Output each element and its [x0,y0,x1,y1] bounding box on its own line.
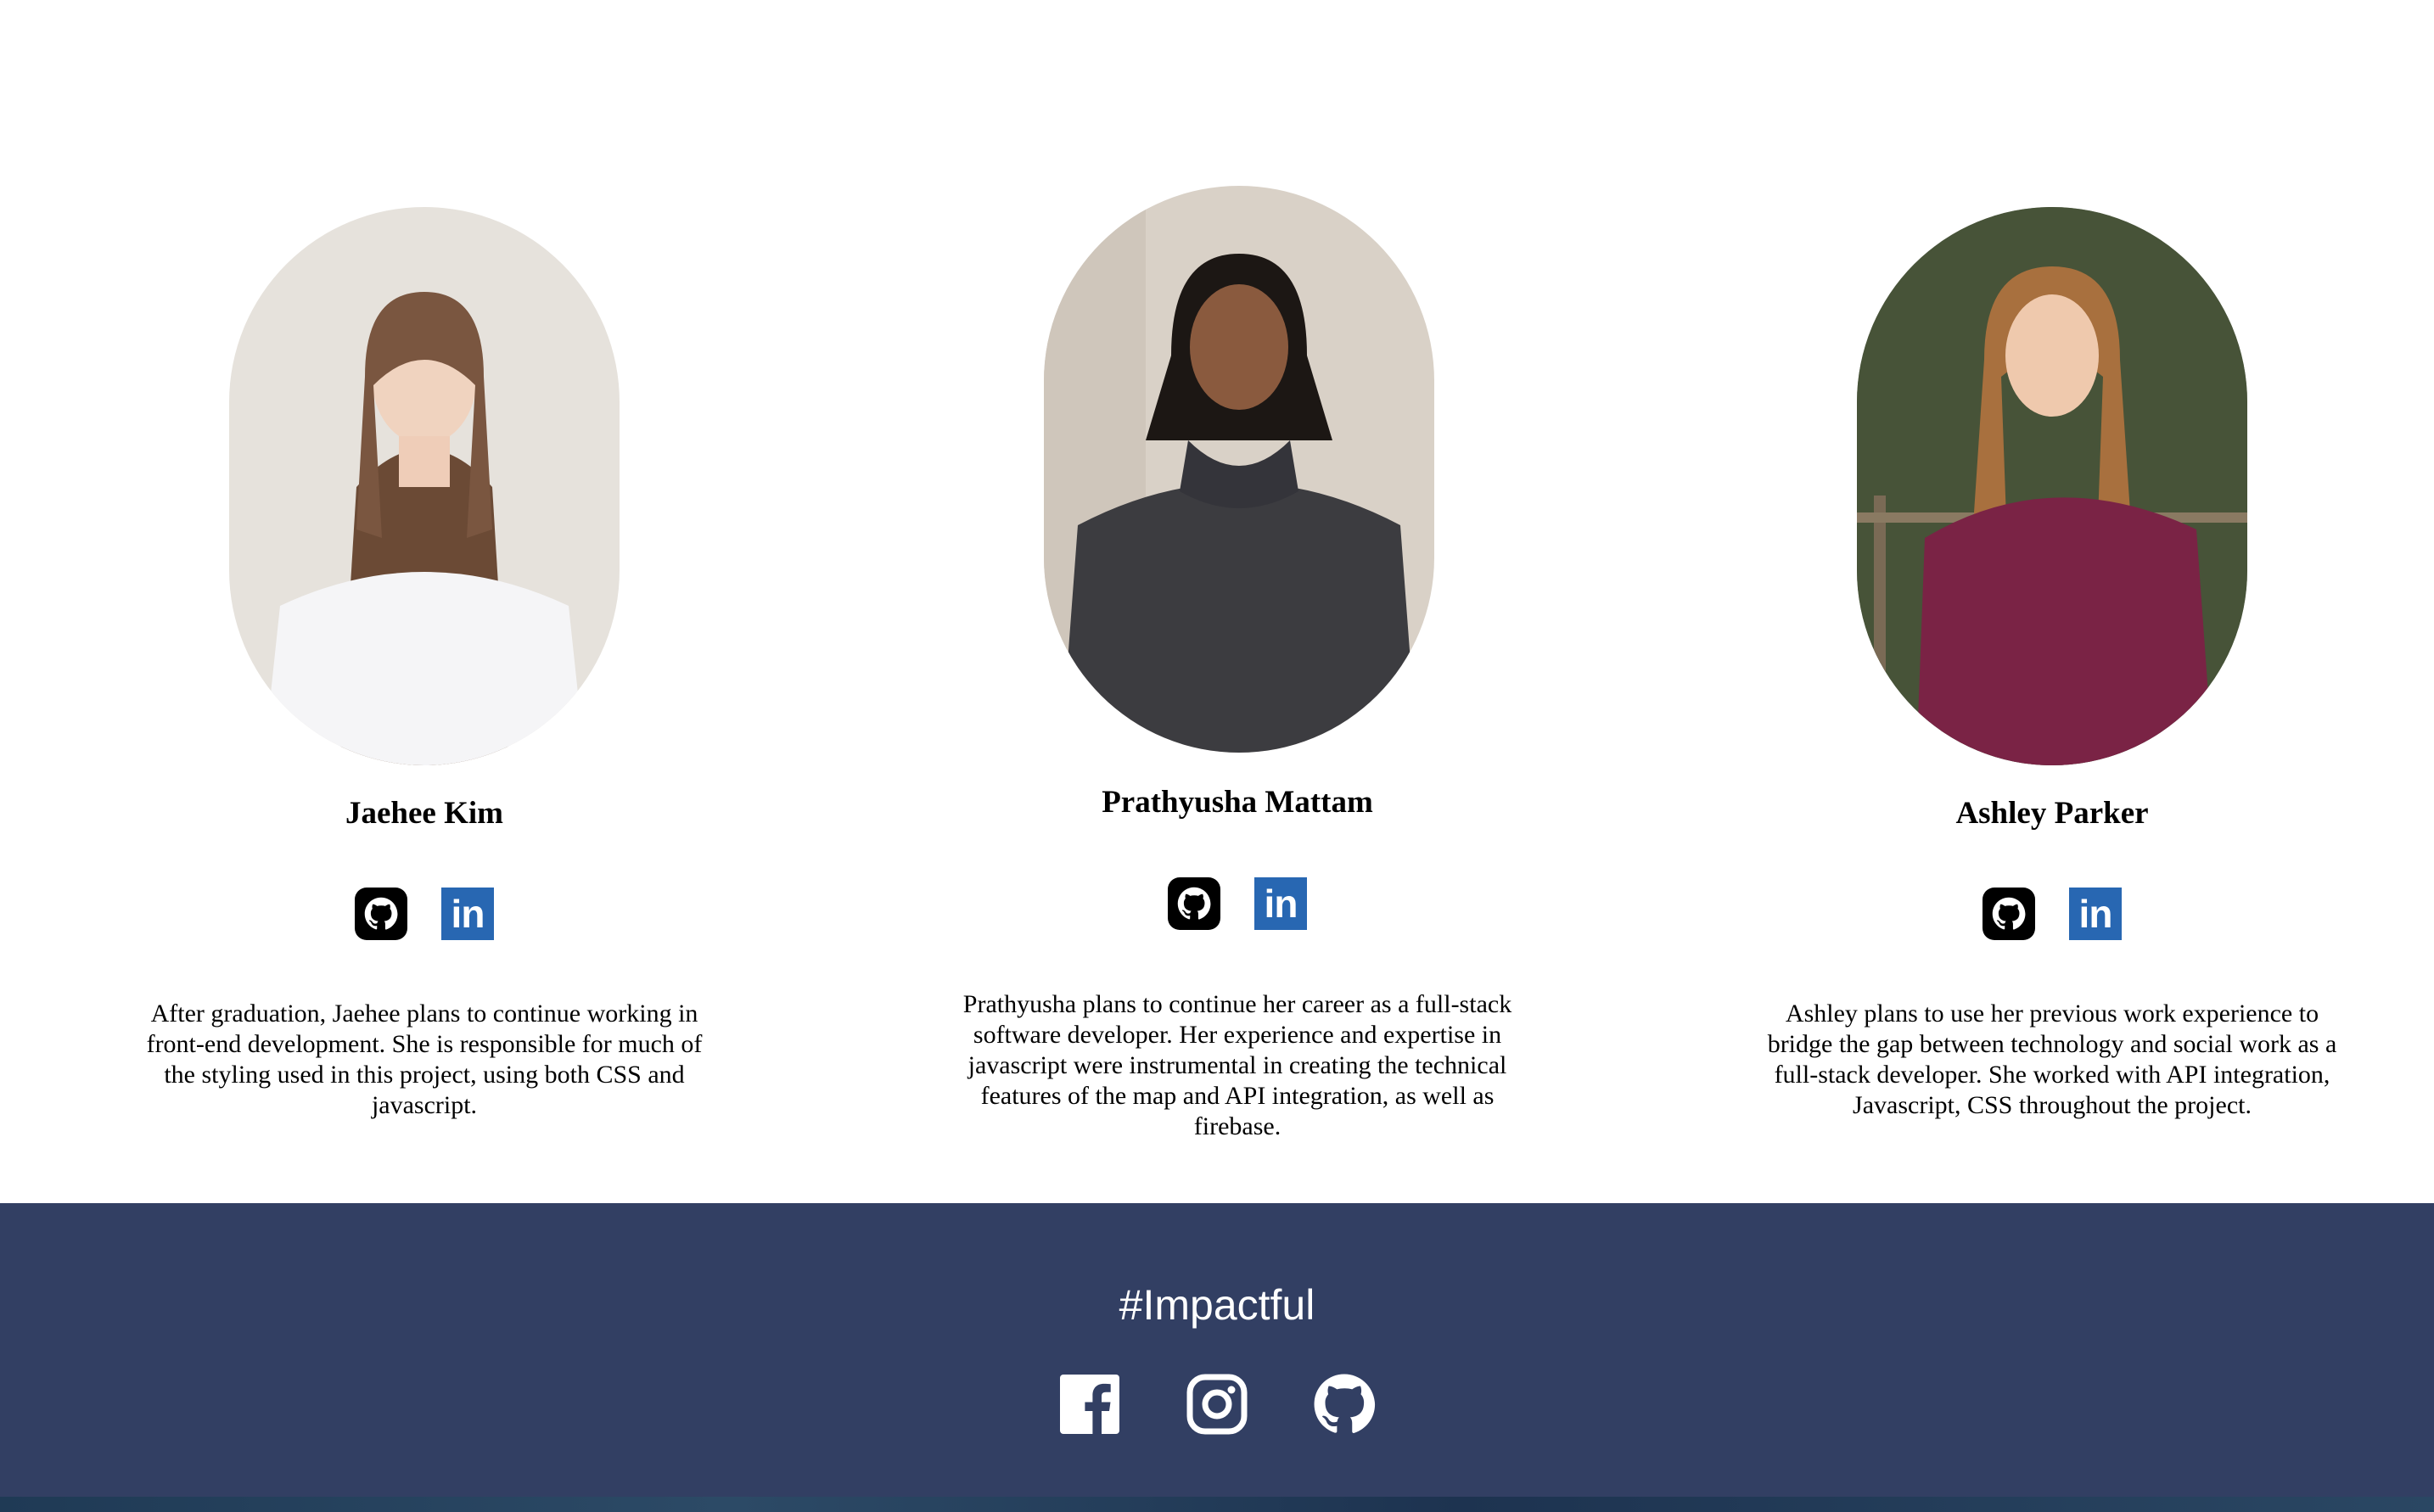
github-icon [364,897,398,930]
site-footer [0,1203,2434,1497]
team-member-card: Prathyusha Mattam in Prathyusha plans to… [915,0,1560,1203]
instagram-link[interactable] [1186,1373,1248,1436]
portrait-image [1857,207,2247,765]
linkedin-link[interactable]: in [2069,888,2122,940]
bio-line: firebase. [1193,1112,1281,1140]
instagram-icon [1186,1374,1248,1435]
member-name: Prathyusha Mattam [1102,785,1373,820]
facebook-link[interactable] [1058,1373,1121,1436]
member-socials: in [102,888,747,940]
linkedin-link[interactable]: in [441,888,494,940]
member-socials: in [915,877,1560,930]
member-socials: in [1730,888,2375,940]
team-member-card: Jaehee Kim in After graduation, Jaehee p… [102,0,747,1203]
member-photo [1044,186,1434,753]
bio-line: software developer. Her experience and e… [973,1021,1502,1049]
team-member-card: Ashley Parker in Ashley plans to use her… [1730,0,2375,1203]
member-photo [229,207,620,765]
linkedin-link[interactable]: in [1254,877,1307,930]
bio-line: full-stack developer. She worked with AP… [1774,1061,2330,1089]
github-icon [1177,887,1211,920]
bio-line: bridge the gap between technology and so… [1767,1030,2337,1058]
github-link[interactable] [1983,888,2035,940]
footer-tagline: #Impactful [1119,1281,1315,1329]
github-icon [1992,897,2026,930]
team-section: Jaehee Kim in After graduation, Jaehee p… [0,0,2434,1203]
bio-line: Ashley plans to use her previous work ex… [1785,1000,2319,1028]
linkedin-icon: in [451,892,485,936]
bio-line: the styling used in this project, using … [164,1061,685,1089]
member-bio: Prathyusha plans to continue her career … [915,989,1560,1142]
bio-line: features of the map and API integration,… [980,1082,1495,1110]
portrait-image [1044,186,1434,753]
bio-line: Javascript, CSS throughout the project. [1853,1091,2252,1119]
member-bio: After graduation, Jaehee plans to contin… [102,999,747,1121]
github-footer-link[interactable] [1313,1373,1376,1436]
member-photo [1857,207,2247,765]
member-bio: Ashley plans to use her previous work ex… [1730,999,2375,1121]
member-name: Ashley Parker [1955,796,2149,831]
bio-line: javascript were instrumental in creating… [967,1051,1507,1079]
bio-line: After graduation, Jaehee plans to contin… [150,1000,698,1028]
footer-background-strip [0,1497,2434,1512]
footer-social-links [0,1373,2434,1436]
bio-line: javascript. [371,1091,478,1119]
linkedin-icon: in [1264,882,1298,926]
bio-line: front-end development. She is responsibl… [146,1030,703,1058]
bio-line: Prathyusha plans to continue her career … [962,990,1512,1018]
linkedin-icon: in [2078,892,2113,936]
github-icon [1314,1374,1376,1433]
facebook-icon [1060,1375,1119,1434]
portrait-image [229,207,620,765]
member-name: Jaehee Kim [345,796,503,831]
github-link[interactable] [1168,877,1220,930]
github-link[interactable] [355,888,407,940]
